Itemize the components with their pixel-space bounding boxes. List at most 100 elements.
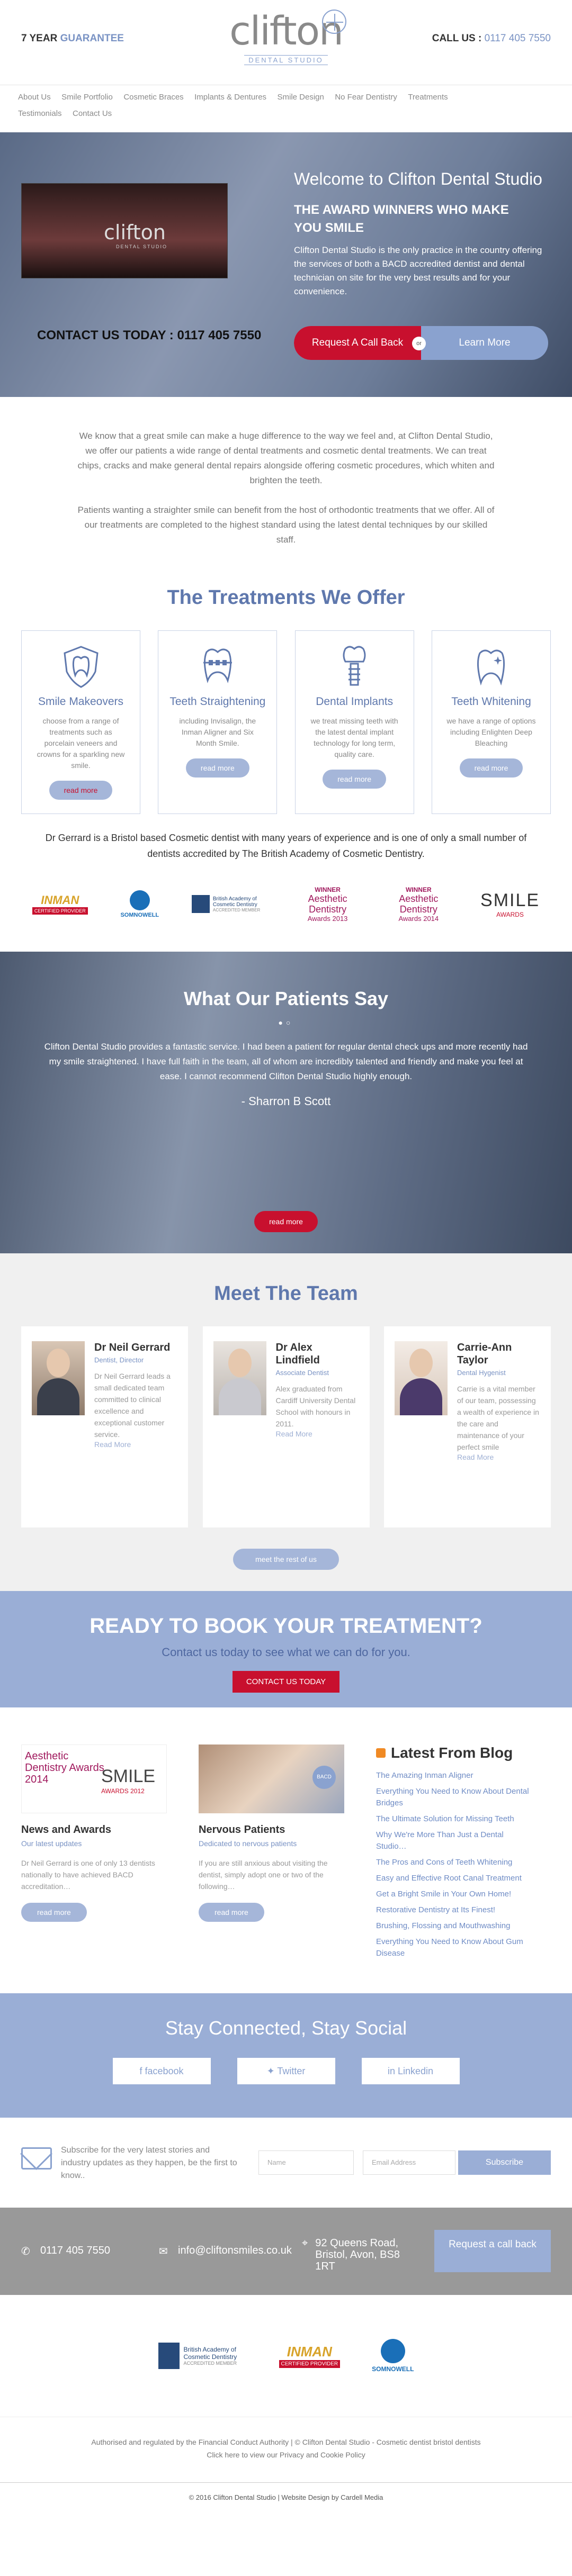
nav-implants-dentures[interactable]: Implants & Dentures [194, 93, 266, 102]
nav-smile-portfolio[interactable]: Smile Portfolio [61, 93, 113, 102]
member-role: Associate Dentist [275, 1369, 329, 1377]
guarantee-badge: 7 YEAR GUARANTEE [21, 33, 124, 44]
read-more-button[interactable]: read more [323, 770, 387, 789]
member-read-more-link[interactable]: Read More [276, 1430, 312, 1438]
member-role: Dentist, Director [94, 1356, 144, 1364]
subscribe-button[interactable]: Subscribe [458, 2150, 551, 2175]
news-img-smile-sub: AWARDS 2012 [101, 1787, 145, 1795]
hero-contact-number[interactable]: 0117 405 7550 [177, 328, 261, 342]
news-awards-image[interactable]: Aesthetic Dentistry Awards 2014 SMILE AW… [21, 1745, 167, 1813]
member-role: Dental Hygenist [457, 1369, 506, 1377]
treatment-title: Smile Makeovers [38, 695, 124, 708]
aesthetic-award-2014-logo: WINNER Aesthetic Dentistry Awards 2014 [389, 886, 448, 923]
member-read-more-link[interactable]: Read More [94, 1440, 131, 1449]
nav-contact-us[interactable]: Contact Us [73, 109, 112, 118]
member-photo [213, 1341, 266, 1415]
meet-the-rest-button[interactable]: meet the rest of us [233, 1549, 339, 1570]
footer-somnowell-logo: SOMNOWELL [372, 2339, 414, 2373]
call-number-link[interactable]: 0117 405 7550 [485, 33, 551, 44]
mail-icon [21, 2147, 52, 2170]
inman-logo: INMAN CERTIFIED PROVIDER [32, 893, 88, 915]
blog-link[interactable]: Brushing, Flossing and Mouthwashing [376, 1920, 535, 1932]
facebook-icon: f [139, 2066, 145, 2076]
footer-inman-text: INMAN [287, 2344, 332, 2360]
gerrard-statement: Dr Gerrard is a Bristol based Cosmetic d… [45, 833, 527, 859]
social-buttons: f facebook ✦ Twitter in Linkedin [0, 2058, 572, 2084]
nav-smile-design[interactable]: Smile Design [278, 93, 324, 102]
treatment-title: Teeth Straightening [169, 695, 266, 708]
blog-link[interactable]: The Pros and Cons of Teeth Whitening [376, 1857, 535, 1868]
hero-contact: CONTACT US TODAY : 0117 405 7550 [37, 328, 261, 343]
subscribe-text: Subscribe for the very latest stories an… [61, 2146, 237, 2180]
privacy-policy-link[interactable]: Click here to view our Privacy and Cooki… [207, 2451, 365, 2459]
nav-cosmetic-braces[interactable]: Cosmetic Braces [123, 93, 183, 102]
hero-video[interactable]: clifton DENTAL STUDIO [21, 183, 228, 278]
facebook-button[interactable]: f facebook [112, 2058, 211, 2084]
implant-tooth-icon [330, 643, 378, 690]
treatment-desc: including Invisalign, the Inman Aligner … [179, 717, 256, 747]
blog-link[interactable]: Everything You Need to Know About Gum Di… [376, 1936, 535, 1959]
legal-footer: Authorised and regulated by the Financia… [0, 2417, 572, 2482]
request-call-back-button[interactable]: Request a call back [434, 2230, 551, 2272]
blog-link[interactable]: Restorative Dentistry at Its Finest! [376, 1904, 535, 1916]
blog-link[interactable]: Everything You Need to Know About Dental… [376, 1786, 535, 1809]
blog-link[interactable]: The Amazing Inman Aligner [376, 1770, 535, 1782]
news-read-more-button[interactable]: read more [21, 1903, 87, 1922]
sparkle-tooth-icon [467, 643, 515, 690]
news-card: Aesthetic Dentistry Awards 2014 SMILE AW… [21, 1745, 167, 1967]
award-name: Aesthetic Dentistry [308, 893, 347, 915]
inman-text: INMAN [41, 893, 79, 907]
news-section: Aesthetic Dentistry Awards 2014 SMILE AW… [0, 1707, 572, 1993]
team-member-card: Dr Neil Gerrard Dentist, Director Dr Nei… [21, 1326, 188, 1527]
twitter-button[interactable]: ✦ Twitter [237, 2058, 335, 2084]
contact-us-today-button[interactable]: CONTACT US TODAY [232, 1671, 340, 1693]
shield-tooth-icon [57, 643, 105, 690]
read-more-button[interactable]: read more [185, 758, 249, 778]
blog-link[interactable]: Easy and Effective Root Canal Treatment [376, 1873, 535, 1884]
team-member-card: Carrie-Ann Taylor Dental Hygenist Carrie… [384, 1326, 551, 1527]
site-logo[interactable]: clifton DENTAL STUDIO [222, 7, 350, 76]
contact-email[interactable]: ✉ info@cliftonsmiles.co.uk [159, 2245, 292, 2257]
news-img-smile: SMILE [101, 1766, 156, 1786]
blog-title: Latest From Blog [391, 1745, 513, 1761]
blog-link[interactable]: The Ultimate Solution for Missing Teeth [376, 1813, 535, 1825]
read-more-button[interactable]: read more [49, 781, 113, 800]
member-read-more-link[interactable]: Read More [457, 1453, 494, 1461]
read-more-button[interactable]: read more [459, 758, 523, 778]
linkedin-button[interactable]: in Linkedin [361, 2058, 460, 2084]
carousel-dots[interactable]: ●○ [0, 1018, 572, 1027]
member-desc: Carrie is a vital member of our team, po… [457, 1385, 539, 1451]
site-header: 7 YEAR GUARANTEE clifton DENTAL STUDIO C… [0, 0, 572, 85]
testimonial-title: What Our Patients Say [183, 988, 389, 1009]
testimonial-read-more-button[interactable]: read more [254, 1211, 318, 1232]
treatment-title: Dental Implants [316, 695, 394, 708]
news-read-more-button[interactable]: read more [199, 1903, 264, 1922]
team-section: Meet The Team Dr Neil Gerrard Dentist, D… [0, 1253, 572, 1591]
contact-address-text: 92 Queens Road, Bristol, Avon, BS8 1RT [315, 2237, 400, 2272]
aesthetic-award-2013-logo: WINNER Aesthetic Dentistry Awards 2013 [299, 886, 357, 923]
award-winner: WINNER [315, 885, 341, 893]
somnowell-logo: SOMNOWELL [120, 890, 159, 918]
learn-more-button[interactable]: Learn More [421, 326, 548, 360]
smile-sub: AWARDS [496, 910, 524, 918]
intro-paragraph-1: We know that a great smile can make a hu… [77, 431, 495, 485]
subscribe-name-input[interactable]: Name [258, 2150, 354, 2175]
footer-somnowell-text: SOMNOWELL [372, 2365, 414, 2373]
logo-sub: DENTAL STUDIO [244, 55, 328, 65]
blog-link[interactable]: Why We're More Than Just a Dental Studio… [376, 1829, 535, 1852]
nervous-patients-image[interactable]: BACD [199, 1745, 344, 1813]
blog-link[interactable]: Get a Bright Smile in Your Own Home! [376, 1888, 535, 1900]
nav-no-fear-dentistry[interactable]: No Fear Dentistry [335, 93, 397, 102]
nav-testimonials[interactable]: Testimonials [18, 109, 62, 118]
nav-treatments[interactable]: Treatments [408, 93, 448, 102]
contact-phone[interactable]: ✆ 0117 405 7550 [21, 2245, 110, 2257]
rss-icon [376, 1748, 386, 1758]
subscribe-email-input[interactable]: Email Address [363, 2150, 455, 2175]
request-callback-button[interactable]: Request A Call Back [294, 326, 421, 360]
footer-logos: British Academy of Cosmetic Dentistry AC… [0, 2295, 572, 2417]
twitter-icon: ✦ [266, 2066, 278, 2076]
nav-about-us[interactable]: About Us [18, 93, 51, 102]
treatment-desc: choose from a range of treatments such a… [37, 717, 125, 770]
news-desc: If you are still anxious about visiting … [199, 1859, 328, 1891]
hero-welcome: Welcome to Clifton Dental Studio [294, 169, 542, 188]
